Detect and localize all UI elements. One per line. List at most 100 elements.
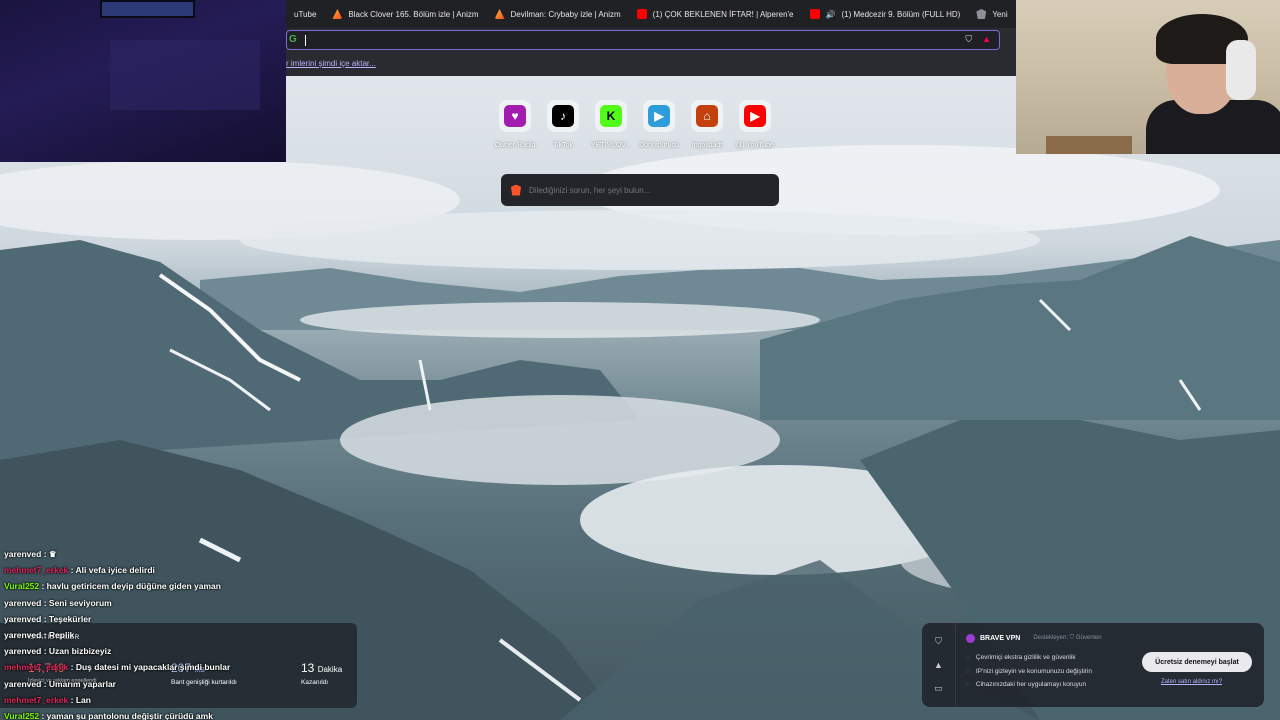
converter-icon: ▶	[648, 105, 670, 127]
chat-message: mehmet7_erkek : Duş datesi mi yapacaklar…	[4, 659, 364, 675]
wallet-icon[interactable]: ▭	[934, 683, 943, 694]
chat-text: : havlu getiricem deyip düğüne giden yam…	[39, 581, 221, 592]
text-cursor	[305, 35, 306, 46]
browser-tab[interactable]: (1) ÇOK BEKLENEN İFTAR! | Alperen'e	[629, 0, 802, 28]
start-trial-button[interactable]: Ücretsiz denemeyi başlat	[1142, 652, 1252, 672]
chat-username: yarenved	[4, 646, 42, 657]
top-site[interactable]: ♪ TikTok	[545, 100, 581, 149]
monitor-image	[100, 0, 195, 18]
speaker-icon[interactable]: 🔊	[826, 10, 836, 19]
widget-switcher: ⛉ ▲ ▭	[922, 623, 956, 707]
chat-text: : Uzan bizbizeyiz	[41, 646, 112, 657]
top-site[interactable]: ▶ (1) YouTube	[736, 100, 774, 149]
chat-username: yarenved	[4, 630, 42, 641]
brave-vpn-card: ⛉ ▲ ▭ BRAVE VPN Destekleyen: ⛉ Güvenlen …	[922, 623, 1264, 707]
browser-tab[interactable]: Black Clover 165. Bölüm izle | Anizm	[324, 0, 486, 28]
webcam-overlay-streamer	[1016, 0, 1280, 154]
top-sites: ♥ Owner Radio ♪ TikTok K YETIMLOV... ▶ D…	[494, 100, 774, 149]
brave-lion-icon	[511, 184, 521, 196]
tab-label: (1) ÇOK BEKLENEN İFTAR! | Alperen'e	[652, 9, 794, 19]
chat-text: : Lan	[68, 694, 91, 705]
tab-label: (1) Medcezir 9. Bölüm (FULL HD)	[841, 9, 961, 19]
chat-username: yarenved	[4, 549, 42, 559]
chat-text: : Duş datesi mi yapacaklar şimdi bunlar	[68, 662, 231, 673]
top-site-label: Owner Radio	[494, 142, 536, 149]
top-site[interactable]: ▶ Dönüştürücü	[639, 100, 679, 149]
chat-message: Vural252 : yaman şu pantolonu değiştir ç…	[4, 708, 364, 720]
chat-text: : yaman şu pantolonu değiştir çürüdü amk	[39, 711, 213, 720]
chat-username: yarenved	[4, 678, 42, 689]
bookmarks-bar: r imlerini şimdi içe aktar...	[286, 52, 1016, 76]
vpn-feature: Cihazınızdaki her uygulamayı koruyun	[966, 678, 1092, 692]
chat-username: Vural252	[4, 581, 40, 592]
chat-message: yarenved : Uzan bizbizeyiz	[4, 643, 364, 659]
chat-message: yarenved : Seni seviyorum	[4, 595, 364, 611]
youtube-icon	[636, 9, 647, 19]
rewards-triangle-icon[interactable]: ▲	[934, 660, 943, 670]
browser-tab[interactable]: Devilman: Crybaby izle | Anizm	[487, 0, 629, 28]
brave-shields-icon[interactable]: ⛉	[965, 34, 972, 45]
chat-username: Vural252	[4, 711, 40, 720]
chat-message: yarenved : Teşekürler	[4, 611, 364, 627]
address-bar[interactable]: G ⛉ ▲	[286, 30, 1000, 50]
chat-message: Vural252 : havlu getiricem deyip düğüne …	[4, 578, 364, 594]
chat-text: : Teşekürler	[41, 613, 92, 624]
chat-username: yarenved	[4, 613, 42, 624]
vpn-feature: Çevrimiçi ekstra gizlilik ve güvenlik	[966, 651, 1092, 665]
vpn-logo-icon	[966, 634, 975, 643]
top-site-label: (1) YouTube	[736, 142, 774, 149]
top-site[interactable]: ♥ Owner Radio	[494, 100, 536, 149]
tab-strip: uTube Black Clover 165. Bölüm izle | Ani…	[286, 0, 1016, 28]
chat-message: yarenved : Replik	[4, 627, 364, 643]
room-image	[110, 40, 260, 110]
vpn-supported-by: Destekleyen: ⛉ Güvenlen	[1033, 635, 1102, 641]
chat-text: : Ali vefa iyice delirdi	[68, 565, 155, 576]
brave-rewards-icon[interactable]: ▲	[982, 34, 991, 45]
browser-toolbar: G ⛉ ▲	[286, 28, 1016, 52]
top-site-label: TikTok	[553, 142, 573, 149]
chat-username: mehmet7_erkek	[4, 694, 69, 705]
chat-username: yarenved	[4, 597, 42, 608]
vpn-title: BRAVE VPN Destekleyen: ⛉ Güvenlen	[966, 634, 1102, 643]
kick-icon: K	[600, 105, 622, 127]
browser-tab-active[interactable]: Yeni	[968, 0, 1015, 28]
chat-text: : Seni seviyorum	[41, 597, 112, 608]
browser-tab[interactable]: 🔊 (1) Medcezir 9. Bölüm (FULL HD)	[802, 0, 969, 28]
city-icon: ⌂	[696, 105, 718, 127]
youtube-icon: ▶	[744, 105, 766, 127]
tab-label: Yeni	[992, 9, 1008, 19]
chat-username: mehmet7_erkek	[4, 662, 69, 673]
vpn-shield-icon[interactable]: ⛉	[935, 636, 942, 647]
webcam-overlay-left	[0, 0, 286, 162]
chat-text: : ♛	[41, 549, 57, 559]
chat-text: : Replik	[41, 630, 75, 641]
chat-message: yarenved : Umarım yaparlar	[4, 676, 364, 692]
anizm-icon	[332, 9, 343, 19]
tab-label: uTube	[294, 9, 317, 19]
tiktok-icon: ♪	[552, 105, 574, 127]
chat-username: mehmet7_erkek	[4, 565, 69, 576]
top-site[interactable]: ⌂ İngolstadt	[689, 100, 725, 149]
import-bookmarks-link[interactable]: r imlerini şimdi içe aktar...	[286, 59, 376, 68]
browser-tab[interactable]: uTube	[286, 0, 324, 28]
top-site-label: YETIMLOV...	[590, 142, 632, 149]
google-icon: G	[289, 34, 297, 45]
vpn-feature-list: Çevrimiçi ekstra gizlilik ve güvenlik IP…	[966, 651, 1092, 692]
radio-icon: ♥	[504, 105, 526, 127]
brave-search-box[interactable]	[501, 174, 779, 206]
chat-message: mehmet7_erkek : Ali vefa iyice delirdi	[4, 562, 364, 578]
vpn-feature: IP'nizi gizleyin ve konumunuzu değiştiri…	[966, 665, 1092, 679]
tab-label: Devilman: Crybaby izle | Anizm	[510, 9, 621, 19]
already-purchased-link[interactable]: Zaten satın aldınız mı?	[1161, 679, 1222, 685]
top-site-label: Dönüştürücü	[639, 142, 679, 149]
top-site-label: İngolstadt	[691, 142, 723, 149]
top-site[interactable]: K YETIMLOV...	[590, 100, 632, 149]
chat-message: yarenved : ♛	[4, 546, 364, 562]
chat-message: mehmet7_erkek : Lan	[4, 692, 364, 708]
vpn-title-text: BRAVE VPN	[980, 635, 1021, 642]
youtube-icon	[809, 9, 820, 19]
search-input[interactable]	[529, 185, 769, 195]
table-image	[1046, 136, 1132, 154]
headset-image	[1226, 40, 1256, 100]
anizm-icon	[494, 9, 505, 19]
